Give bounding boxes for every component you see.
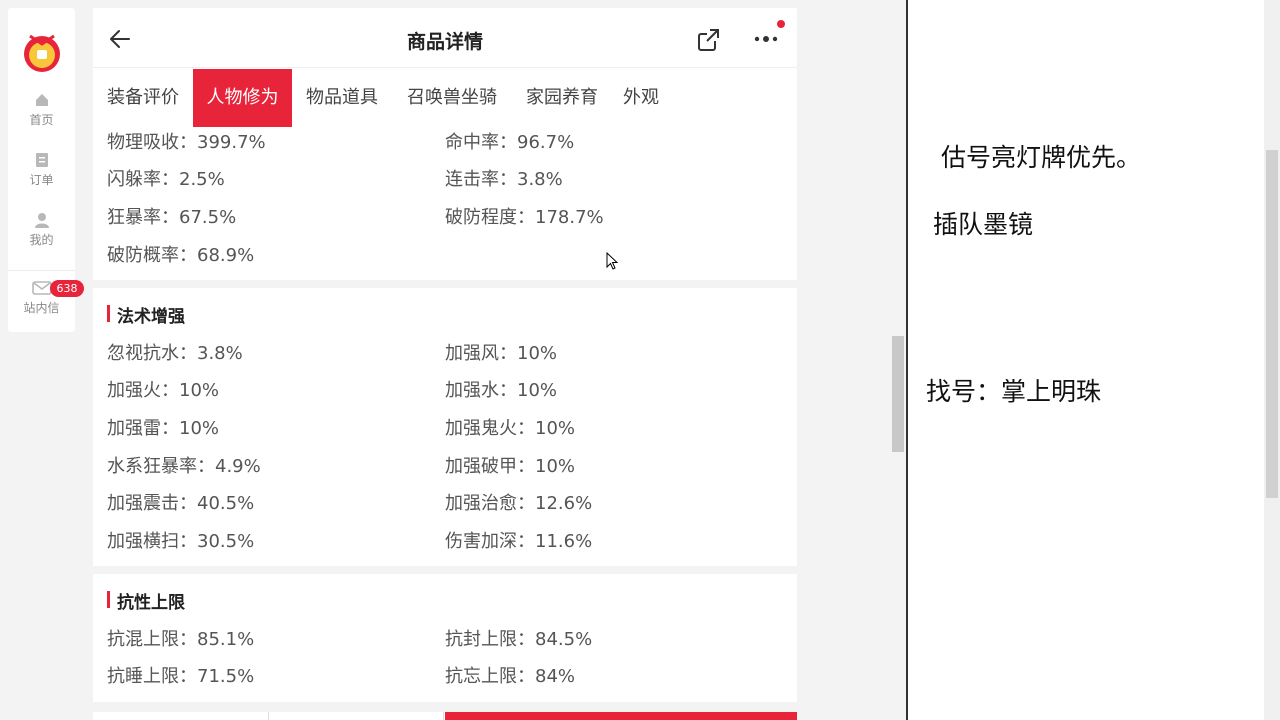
left-sidebar: 首页 订单 我的 站内信 638 <box>8 8 84 332</box>
stat-item: 加强治愈：12.6% <box>445 493 593 514</box>
notification-dot <box>777 20 785 28</box>
stat-item: 加强水：10% <box>445 380 558 401</box>
nav-item-home[interactable]: 首页 <box>8 92 75 128</box>
stat-item: 加强鬼火：10% <box>445 418 576 439</box>
stat-item: 水系狂暴率：4.9% <box>107 456 261 477</box>
tab-items[interactable]: 物品道具 <box>292 69 392 127</box>
stat-item: 伤害加深：11.6% <box>445 531 593 552</box>
bottom-action-bar <box>93 712 797 720</box>
stat-item: 加强雷：10% <box>107 418 220 439</box>
nav-item-orders[interactable]: 订单 <box>8 152 75 188</box>
tab-character[interactable]: 人物修为 <box>193 69 292 127</box>
page-title: 商品详情 <box>406 31 483 53</box>
section-magic-enhance: 法术增强 忽视抗水：3.8% 加强风：10% 加强火：10% 加强水：10% 加… <box>93 288 797 566</box>
nav-label-orders: 订单 <box>29 173 54 187</box>
tab-appearance[interactable]: 外观 <box>612 69 670 127</box>
stat-item: 忽视抗水：3.8% <box>107 343 243 364</box>
stat-item: 抗睡上限：71.5% <box>107 666 255 687</box>
order-icon <box>35 153 48 167</box>
note-line: 找号：掌上明珠 <box>926 377 1102 406</box>
nav-label-home: 首页 <box>29 113 54 127</box>
stat-item: 加强横扫：30.5% <box>107 531 255 552</box>
stat-item: 抗混上限：85.1% <box>107 629 255 650</box>
scrollbar-thumb[interactable] <box>892 336 904 452</box>
more-options-icon[interactable] <box>753 34 781 44</box>
nav-label-messages: 站内信 <box>23 301 60 315</box>
stat-item: 加强震击：40.5% <box>107 493 255 514</box>
category-tabs: 装备评价 人物修为 物品道具 召唤兽坐骑 家园养育 外观 <box>93 69 797 127</box>
stat-item: 狂暴率：67.5% <box>107 207 237 228</box>
stat-item: 加强风：10% <box>445 343 558 364</box>
nav-label-mine: 我的 <box>29 233 54 247</box>
mail-icon <box>31 281 52 295</box>
note-line: 插队墨镜 <box>933 210 1034 239</box>
mouse-cursor-icon <box>606 252 618 270</box>
product-detail-panel: 物理吸收：399.7% 命中率：96.7% 闪躲率：2.5% 连击率：3.8% … <box>93 8 797 720</box>
notes-scrollbar-thumb[interactable] <box>1266 150 1278 498</box>
notes-panel: 估号亮灯牌优先。 插队墨镜 找号：掌上明珠 <box>908 0 1264 720</box>
stat-item: 加强火：10% <box>107 380 220 401</box>
section-title: 抗性上限 <box>107 588 185 613</box>
section-resist-limit: 抗性上限 抗混上限：85.1% 抗封上限：84.5% 抗睡上限：71.5% 抗忘… <box>93 574 797 702</box>
note-line: 估号亮灯牌优先。 <box>941 143 1142 172</box>
bottom-divider <box>443 712 444 720</box>
tab-pets[interactable]: 召唤兽坐骑 <box>392 69 512 127</box>
unread-badge: 638 <box>50 280 84 297</box>
stat-item: 破防概率：68.9% <box>107 245 255 266</box>
stat-item: 加强破甲：10% <box>445 456 576 477</box>
user-icon <box>34 213 49 228</box>
nav-divider <box>8 270 75 271</box>
nav-item-mine[interactable]: 我的 <box>8 212 75 248</box>
stat-item: 抗忘上限：84% <box>445 666 576 687</box>
stat-item: 命中率：96.7% <box>445 132 575 153</box>
stat-item: 闪躲率：2.5% <box>107 169 225 190</box>
share-icon[interactable] <box>696 28 720 52</box>
stat-item: 连击率：3.8% <box>445 169 563 190</box>
app-logo-icon[interactable] <box>20 24 64 74</box>
stat-item: 抗封上限：84.5% <box>445 629 593 650</box>
tab-home[interactable]: 家园养育 <box>512 69 612 127</box>
buy-button[interactable] <box>445 712 797 720</box>
home-icon <box>35 94 48 106</box>
section-title: 法术增强 <box>107 302 185 327</box>
tab-equipment[interactable]: 装备评价 <box>93 69 193 127</box>
stat-item: 破防程度：178.7% <box>445 207 604 228</box>
stat-item: 物理吸收：399.7% <box>107 132 266 153</box>
header-bar: 商品详情 <box>93 8 797 68</box>
bottom-divider <box>268 712 269 720</box>
